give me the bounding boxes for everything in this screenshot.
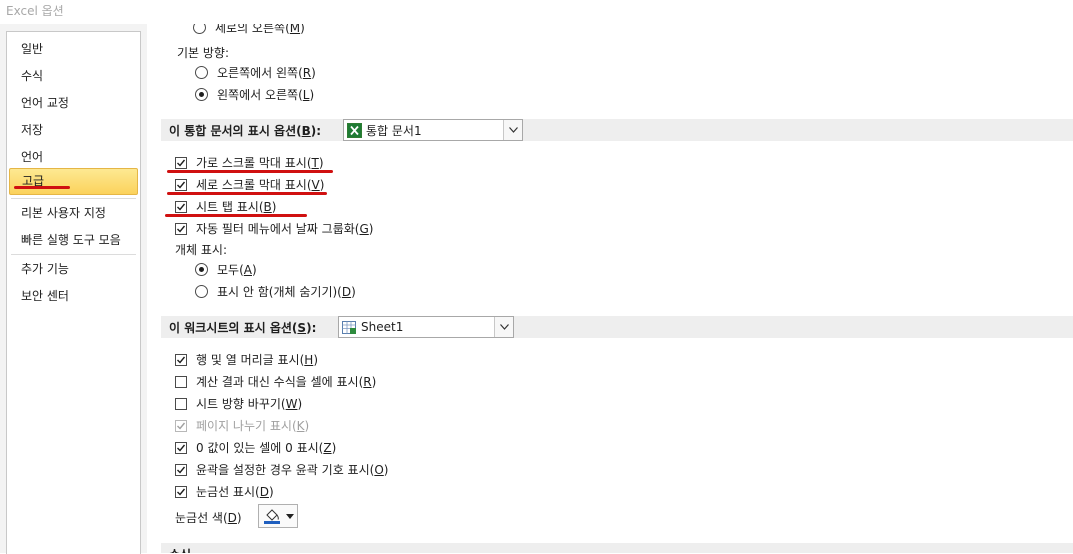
window-title: Excel 옵션 <box>6 4 64 18</box>
options-content: 세로의 오른쪽 (M) 기본 방향: 오른쪽에서 왼쪽 (R) 왼쪽에서 오른쪽 (L… <box>147 24 1073 553</box>
option-horizontal-scrollbar[interactable]: 가로 스크롤 막대 표시 (T) <box>175 154 324 171</box>
option-page-breaks: 페이지 나누기 표시 (K) <box>175 417 309 434</box>
sidebar-divider <box>11 254 136 255</box>
option-vertical-scrollbar[interactable]: 세로 스크롤 막대 표시 (V) <box>175 176 324 193</box>
option-show-zero-values[interactable]: 0 값이 있는 셀에 0 표시 (Z) <box>175 439 336 456</box>
objects-display-label: 개체 표시: <box>175 243 228 257</box>
sidebar-item-label: 보안 센터 <box>21 289 69 303</box>
annotation-underline-advanced <box>14 186 70 189</box>
checkbox-checked[interactable] <box>175 441 187 454</box>
option-row-col-headers[interactable]: 행 및 열 머리글 표시 (H) <box>175 351 318 368</box>
objects-all-option[interactable]: 모두 (A) <box>195 261 257 278</box>
option-label: 세로의 오른쪽 <box>215 24 286 35</box>
gridline-color-swatch <box>263 521 280 524</box>
sidebar-item-label: 수식 <box>21 69 44 83</box>
radio-button[interactable] <box>195 66 208 79</box>
worksheet-icon <box>342 320 356 334</box>
checkbox-unchecked[interactable] <box>175 397 187 410</box>
formulas-section-header: 수식 <box>161 543 1073 553</box>
sidebar-item-add-ins[interactable]: 추가 기능 <box>9 257 138 282</box>
excel-workbook-icon <box>347 122 362 138</box>
workbook-display-section-header: 이 통합 문서의 표시 옵션(B): 통합 문서1 <box>161 119 1073 141</box>
paint-bucket-icon <box>263 509 280 524</box>
checkbox-checked-disabled <box>175 419 187 432</box>
radio-button[interactable] <box>195 285 208 298</box>
sidebar-item-quick-access-toolbar[interactable]: 빠른 실행 도구 모음 <box>9 228 138 253</box>
checkbox-unchecked[interactable] <box>175 375 187 388</box>
sidebar-item-language[interactable]: 언어 <box>9 145 138 170</box>
annotation-underline-horizontal-scrollbar <box>167 170 333 173</box>
objects-hide-option[interactable]: 표시 안 함(개체 숨기기) (D) <box>195 283 356 300</box>
sidebar-item-customize-ribbon[interactable]: 리본 사용자 지정 <box>9 201 138 226</box>
option-group-dates-autofilter[interactable]: 자동 필터 메뉴에서 날짜 그룹화 (G) <box>175 220 373 237</box>
partial-option-row[interactable]: 세로의 오른쪽 (M) <box>193 24 305 36</box>
sidebar-item-general[interactable]: 일반 <box>9 37 138 62</box>
default-direction-label: 기본 방향: <box>177 46 230 60</box>
sidebar-item-label: 언어 교정 <box>21 96 69 110</box>
sidebar-item-trust-center[interactable]: 보안 센터 <box>9 284 138 309</box>
title-bar: Excel 옵션 <box>0 0 1073 24</box>
checkbox-checked[interactable] <box>175 353 187 366</box>
checkbox-checked[interactable] <box>175 222 187 235</box>
checkbox-checked[interactable] <box>175 200 187 213</box>
sidebar-item-advanced[interactable]: 고급 <box>9 168 138 195</box>
direction-ltr-option[interactable]: 왼쪽에서 오른쪽 (L) <box>195 86 314 103</box>
option-outline-symbols[interactable]: 윤곽을 설정한 경우 윤곽 기호 표시 (O) <box>175 461 388 478</box>
option-right-to-left-sheet[interactable]: 시트 방향 바꾸기 (W) <box>175 395 302 412</box>
caret-down-icon <box>285 513 294 519</box>
sidebar-item-label: 저장 <box>21 123 44 137</box>
option-show-formulas[interactable]: 계산 결과 대신 수식을 셀에 표시 (R) <box>175 373 376 390</box>
direction-rtl-option[interactable]: 오른쪽에서 왼쪽 (R) <box>195 64 316 81</box>
annotation-underline-sheet-tabs <box>165 214 307 217</box>
option-show-gridlines[interactable]: 눈금선 표시 (D) <box>175 483 274 500</box>
sidebar-item-label: 일반 <box>21 42 44 56</box>
sidebar-divider <box>11 198 136 199</box>
checkbox-checked[interactable] <box>175 463 187 476</box>
category-sidebar: 일반 수식 언어 교정 저장 언어 고급 리본 사용자 지정 빠른 실행 도구 … <box>6 31 141 554</box>
gridline-color-picker[interactable] <box>258 504 298 528</box>
sidebar-item-save[interactable]: 저장 <box>9 118 138 143</box>
chevron-down-icon[interactable] <box>503 120 522 140</box>
checkbox-checked[interactable] <box>175 156 187 169</box>
radio-button-selected[interactable] <box>195 263 208 276</box>
sidebar-item-proofing[interactable]: 언어 교정 <box>9 91 138 116</box>
gridline-color-label: 눈금선 색 (D) <box>175 510 242 526</box>
sidebar-item-label: 언어 <box>21 150 44 164</box>
chevron-down-icon[interactable] <box>494 317 513 337</box>
checkbox-checked[interactable] <box>175 485 187 498</box>
worksheet-select[interactable]: Sheet1 <box>338 316 514 338</box>
sidebar-item-label: 추가 기능 <box>21 262 69 276</box>
option-sheet-tabs[interactable]: 시트 탭 표시 (B) <box>175 198 276 215</box>
radio-button[interactable] <box>193 24 206 34</box>
sidebar-item-label: 빠른 실행 도구 모음 <box>21 233 121 247</box>
options-window: 일반 수식 언어 교정 저장 언어 고급 리본 사용자 지정 빠른 실행 도구 … <box>0 24 1073 554</box>
annotation-underline-vertical-scrollbar <box>167 192 327 195</box>
sidebar-item-formulas[interactable]: 수식 <box>9 64 138 89</box>
radio-button-selected[interactable] <box>195 88 208 101</box>
checkbox-checked[interactable] <box>175 178 187 191</box>
workbook-select[interactable]: 통합 문서1 <box>343 119 523 141</box>
sidebar-item-label: 리본 사용자 지정 <box>21 206 106 220</box>
worksheet-display-section-header: 이 워크시트의 표시 옵션(S): Sheet1 <box>161 316 1073 338</box>
